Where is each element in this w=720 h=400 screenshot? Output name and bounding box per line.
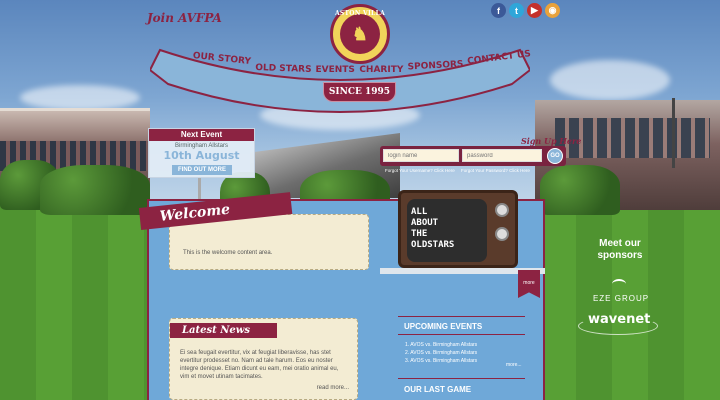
list-item[interactable]: 2. AVOS vs. Birmingham Allstars bbox=[405, 349, 477, 357]
upcoming-more-link[interactable]: more... bbox=[506, 362, 522, 368]
next-event-date: 10th August bbox=[163, 149, 240, 162]
tv-knob-icon bbox=[495, 227, 509, 241]
nav-sponsors[interactable]: SPONSORS bbox=[407, 60, 464, 87]
sponsors-heading-line: sponsors bbox=[597, 250, 643, 261]
login-form: GO bbox=[380, 146, 566, 166]
username-input[interactable] bbox=[383, 149, 459, 162]
twitter-icon[interactable]: t bbox=[509, 3, 524, 18]
rss-icon[interactable]: ◉ bbox=[545, 3, 560, 18]
read-more-link[interactable]: read more... bbox=[317, 385, 349, 391]
latest-news-heading: Latest News bbox=[170, 323, 277, 338]
welcome-text: This is the welcome content area. bbox=[183, 250, 273, 256]
social-links: f t ▶ ◉ bbox=[491, 3, 560, 18]
next-event-sign: Next Event Birmingham Allstars 10th Augu… bbox=[148, 128, 255, 178]
crest-title: ASTON VILLA bbox=[334, 10, 386, 17]
floodlight bbox=[672, 98, 675, 168]
next-event-heading: Next Event bbox=[149, 129, 254, 141]
eze-logo-icon bbox=[612, 279, 626, 289]
main-nav: OUR STORY OLD STARS EVENTS CHARITY SPONS… bbox=[192, 49, 532, 80]
forgot-links: Forgot Your Username? Click Here Forgot … bbox=[385, 168, 535, 173]
tv-line: THE bbox=[411, 229, 428, 239]
last-game-title: OUR LAST GAME bbox=[404, 385, 472, 394]
tv-knob-icon bbox=[495, 203, 509, 217]
sponsors-heading-line: Meet our bbox=[599, 238, 641, 249]
lion-icon: ♞ bbox=[351, 23, 369, 44]
sponsors-heading: Meet our sponsors bbox=[585, 238, 655, 262]
sign-up-link[interactable]: Sign Up Here bbox=[521, 136, 581, 146]
tv-widget[interactable]: ALL ABOUT THE OLDSTARS bbox=[398, 190, 518, 268]
list-item[interactable]: 3. AVOS vs. Birmingham Allstars bbox=[405, 357, 477, 365]
nav-our-story[interactable]: OUR STORY bbox=[191, 51, 251, 81]
join-link[interactable]: Join AVFPA bbox=[147, 11, 222, 25]
trees bbox=[540, 165, 620, 215]
news-text: Ei sea feugait evertitur, vix at feugiat… bbox=[180, 350, 339, 380]
cloud bbox=[20, 85, 140, 110]
divider bbox=[398, 334, 525, 335]
nav-old-stars[interactable]: OLD STARS bbox=[254, 63, 312, 89]
trees bbox=[40, 165, 150, 215]
sponsor-wavenet[interactable]: wavenet bbox=[588, 312, 650, 327]
sign-post bbox=[198, 178, 201, 200]
login-go-button[interactable]: GO bbox=[547, 148, 563, 164]
cloud bbox=[550, 60, 670, 100]
youtube-icon[interactable]: ▶ bbox=[527, 3, 542, 18]
tv-line: ALL bbox=[411, 207, 428, 217]
since-banner: SINCE 1995 bbox=[323, 82, 396, 102]
facebook-icon[interactable]: f bbox=[491, 3, 506, 18]
upcoming-events-list: 1. AVOS vs. Birmingham Allstars 2. AVOS … bbox=[405, 341, 477, 365]
tv-line: ABOUT bbox=[411, 218, 439, 228]
divider bbox=[398, 316, 525, 317]
tv-screen: ALL ABOUT THE OLDSTARS bbox=[407, 199, 487, 262]
password-input[interactable] bbox=[462, 149, 542, 162]
sponsor-eze-group[interactable]: EZE GROUP bbox=[576, 294, 666, 303]
find-out-more-button[interactable]: FIND OUT MORE bbox=[172, 165, 232, 175]
divider bbox=[398, 378, 525, 379]
forgot-username-link[interactable]: Forgot Your Username? Click Here bbox=[385, 168, 455, 173]
upcoming-events-title: UPCOMING EVENTS bbox=[404, 322, 483, 331]
tv-line: OLDSTARS bbox=[411, 240, 455, 250]
list-item[interactable]: 1. AVOS vs. Birmingham Allstars bbox=[405, 341, 477, 349]
forgot-password-link[interactable]: Forgot Your Password? Click Here bbox=[461, 168, 530, 173]
